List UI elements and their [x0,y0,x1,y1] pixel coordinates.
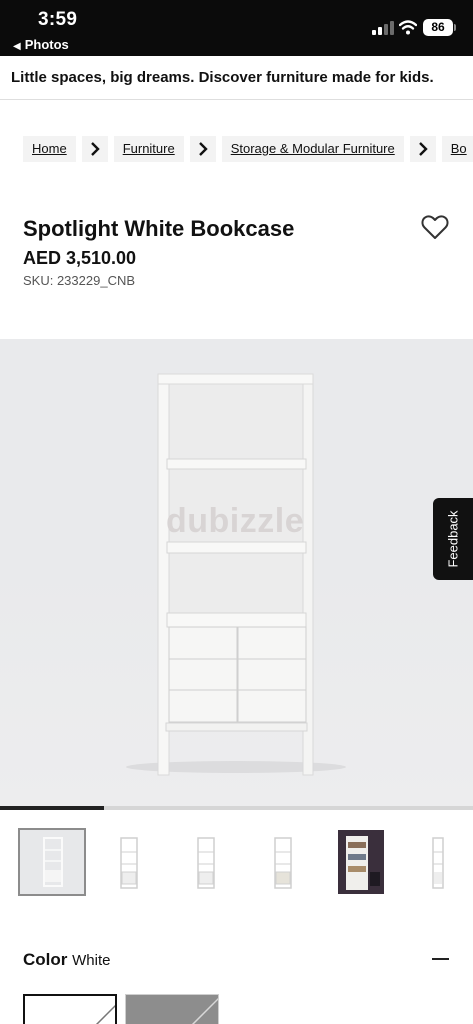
swatch-grey[interactable] [125,994,219,1024]
color-option-row: Color White [23,950,110,970]
thumbnail-image [120,837,138,889]
swatch-white[interactable] [23,994,117,1024]
favorite-heart-icon[interactable] [421,214,449,240]
chevron-right-icon [81,136,108,162]
thumbnail-6[interactable] [403,828,471,896]
collapse-minus-icon[interactable] [432,958,449,960]
color-label: Color [23,950,68,969]
bookcase-illustration [126,373,346,776]
thumbnail-5[interactable] [326,828,394,896]
breadcrumb-storage[interactable]: Storage & Modular Furniture [221,136,404,162]
thumbnail-image [20,830,84,894]
product-image[interactable]: dubizzle [0,339,473,806]
swatch-diagonal [95,1004,115,1024]
swatch-diagonal [191,997,218,1024]
breadcrumb-bookcases[interactable]: Bo [441,136,473,162]
thumbnail-strip [0,828,473,896]
thumbnail-1[interactable] [18,828,86,896]
battery-nub [454,24,456,31]
cellular-signal-icon [372,21,394,35]
color-value: White [72,952,111,969]
carousel-progress-fill [0,806,105,810]
product-title: Spotlight White Bookcase [23,216,295,241]
breadcrumb-furniture[interactable]: Furniture [113,136,184,162]
thumbnail-image [274,837,292,889]
clock: 3:59 [38,9,78,30]
thumbnail-image [338,830,384,894]
back-to-photos-link[interactable]: ◀ Photos [13,37,69,52]
breadcrumb-home[interactable]: Home [23,136,76,162]
thumbnail-image [197,837,215,889]
feedback-label: Feedback [445,510,461,568]
thumbnail-2[interactable] [95,828,163,896]
product-sku: SKU: 233229_CNB [23,273,136,288]
promo-banner[interactable]: Little spaces, big dreams. Discover furn… [0,56,473,100]
product-price: AED 3,510.00 [23,248,137,268]
chevron-right-icon [409,136,436,162]
back-label: Photos [24,37,69,52]
feedback-tab[interactable]: Feedback [433,498,473,580]
thumbnail-3[interactable] [172,828,240,896]
carousel-progress [0,806,473,810]
chevron-right-icon [189,136,216,162]
status-bar: 3:59 ◀ Photos 86 [0,0,473,56]
breadcrumb: Home Furniture Storage & Modular Furnitu… [23,136,473,162]
back-triangle-icon: ◀ [13,41,21,52]
battery-indicator: 86 [423,19,453,36]
watermark: dubizzle [166,502,305,540]
thumbnail-4[interactable] [249,828,317,896]
wifi-icon [399,20,417,35]
thumbnail-image [432,837,444,889]
